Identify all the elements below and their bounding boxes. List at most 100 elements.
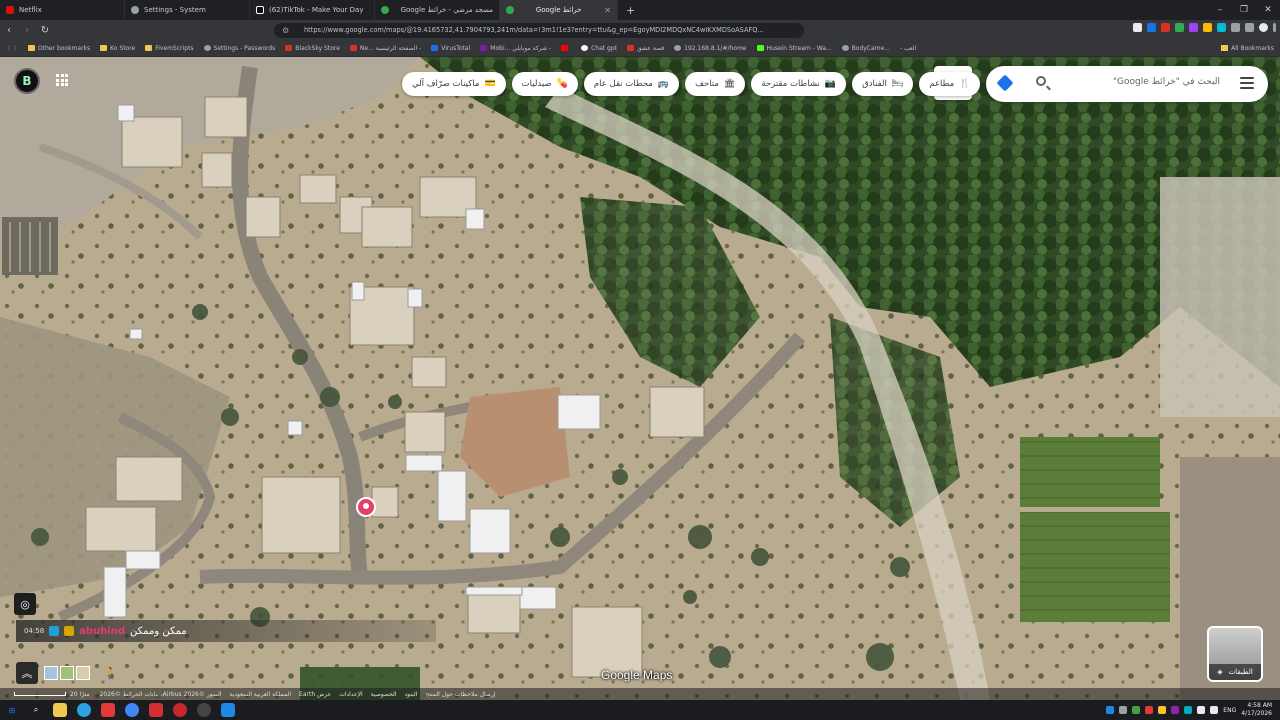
layer-thumb[interactable] [60,666,74,680]
bookmark-item[interactable]: BlackSky Store [280,45,345,52]
menu-dots-icon[interactable] [1273,23,1276,32]
tray-icon[interactable] [1132,706,1141,714]
footer-link[interactable]: الخصوصية [371,691,397,698]
site-info-icon[interactable]: ⚙ [282,26,289,35]
bookmark-item[interactable]: Mobi... شركة موبايلي - [475,45,556,52]
tab-tiktok[interactable]: (62)TikTok - Make Your Day [250,0,375,20]
hamburger-menu-icon[interactable] [1240,77,1254,92]
layers-button[interactable]: الطبقات ◈ [1207,626,1263,682]
download-icon[interactable] [1245,23,1254,32]
wifi-icon[interactable] [1197,706,1206,714]
bookmark-item[interactable]: - العب [895,45,921,52]
bookmark-item[interactable]: FivemScripts [140,45,198,52]
chip-museums[interactable]: 🏛 متاحف [685,72,746,96]
expand-button[interactable]: ︽ [16,662,38,684]
search-icon[interactable]: ⌕ [29,703,43,717]
search-icon[interactable] [1036,76,1046,86]
footer-link[interactable]: عرض Earth [299,691,331,698]
chip-things-to-do[interactable]: 📷 نشاطات مقترحة [751,72,847,96]
bookmark-item[interactable]: 192.168.8.1/#/home [669,45,751,52]
tray-icon[interactable] [1171,706,1180,714]
chip-pharmacies[interactable]: 💊 صيدليات [511,72,578,96]
bookmark-item[interactable]: قصة عشق [622,45,669,52]
extension-icon[interactable] [1217,23,1226,32]
folder-icon [28,45,35,51]
tray-icon[interactable] [1106,706,1115,714]
tab-title: Google خرائط [535,6,582,14]
extension-icon[interactable] [1147,23,1156,32]
chip-atms[interactable]: 💳 ماكينات صرّاف آلي [402,72,506,96]
tab-maps-active[interactable]: Google خرائط ✕ [500,0,618,20]
clock[interactable]: 4:58 AM 4/17/2026 [1241,702,1272,718]
minimize-icon[interactable]: – [1208,5,1232,15]
bookmark-item[interactable]: Ko Store [95,45,140,52]
footer-link[interactable]: المملكة العربية السعودية [229,691,291,698]
extension-icon[interactable] [1175,23,1184,32]
new-tab-button[interactable]: + [618,4,643,17]
url-field[interactable]: ⚙ https://www.google.com/maps/@19.416573… [274,22,804,38]
footer-link[interactable]: إرسال ملاحظات حول المنتج [425,691,495,698]
extension-icon[interactable] [1231,23,1240,32]
chrome-icon[interactable] [125,703,139,717]
forward-icon[interactable]: › [18,25,36,36]
pegman-icon[interactable]: 🚶 [100,662,122,684]
search-input[interactable]: البحث في "خرائط Google" [1113,77,1220,87]
close-tab-icon[interactable]: ✕ [604,6,611,15]
bookmark-item[interactable]: Husein Stream - Wa... [752,45,837,52]
app-icon[interactable] [221,703,235,717]
tray-icon[interactable] [1158,706,1167,714]
language-indicator[interactable]: ENG [1223,707,1236,714]
directions-icon[interactable] [996,74,1014,92]
bookmark-item[interactable] [556,45,576,51]
obs-icon[interactable] [197,703,211,717]
footer-link[interactable]: الإعدادات [339,691,362,698]
my-location-button[interactable]: ◎ [14,593,36,615]
tray-icon[interactable] [1145,706,1154,714]
bookmark-item[interactable]: VirusTotal [426,45,475,52]
back-icon[interactable]: ‹ [0,25,18,36]
tab-netflix[interactable]: Netflix [0,0,125,20]
maximize-icon[interactable]: ❐ [1232,5,1256,15]
reload-icon[interactable]: ↻ [36,25,54,36]
volume-icon[interactable] [1210,706,1219,714]
tab-settings-system[interactable]: Settings - System [125,0,250,20]
extension-icon[interactable] [1189,23,1198,32]
windows-start-icon[interactable]: ⊞ [5,703,19,717]
layer-thumb[interactable] [76,666,90,680]
bookmark-item[interactable]: Ne... الصفحة الرئيسية - [345,45,426,52]
bookmark-label: BodyCame... [851,44,890,52]
layer-thumb[interactable] [44,666,58,680]
bookmark-label: FivemScripts [155,44,194,52]
scale-bar[interactable]: 20 مترًا [14,691,90,698]
close-window-icon[interactable]: ✕ [1256,5,1280,15]
satellite-map[interactable] [0,57,1280,700]
bookmark-item[interactable]: BodyCame... [837,45,895,52]
profile-avatar[interactable] [1259,23,1268,32]
globe-icon [674,45,682,51]
telegram-icon[interactable] [77,703,91,717]
app-icon[interactable] [149,703,163,717]
tray-icon[interactable] [1184,706,1193,714]
bookmark-item[interactable]: Settings - Passwords [199,45,281,52]
file-explorer-icon[interactable] [53,703,67,717]
extension-icon[interactable] [1133,23,1142,32]
app-icon[interactable] [173,703,187,717]
apps-grid-icon[interactable] [56,74,68,86]
app-icon[interactable] [101,703,115,717]
map-footer: 20 مترًا إرسال ملاحظات حول المنتج البنود… [0,688,1280,700]
chip-restaurants[interactable]: 🍴 مطاعم [919,72,981,96]
apps-icon[interactable]: ⋮⋮ [0,45,23,52]
bookmark-item[interactable]: Other bookmarks [23,45,95,52]
chip-transit[interactable]: 🚌 محطات نقل عام [583,72,680,96]
search-box[interactable]: البحث في "خرائط Google" [986,66,1268,102]
extension-icon[interactable] [1161,23,1170,32]
location-pin[interactable] [356,497,376,517]
tray-icon[interactable] [1119,706,1128,714]
chip-hotels[interactable]: 🛏 الفنادق [852,72,914,96]
all-bookmarks-button[interactable]: All Bookmarks [1221,40,1274,56]
bookmark-item[interactable]: Chat gpt [576,45,622,52]
extension-icon[interactable] [1203,23,1212,32]
footer-link[interactable]: البنود [404,691,417,698]
bookmarks-bar: ⋮⋮ Other bookmarks Ko Store FivemScripts… [0,40,1280,57]
tab-maps-mosque[interactable]: Google مسجد مرضي - خرائط [375,0,500,20]
